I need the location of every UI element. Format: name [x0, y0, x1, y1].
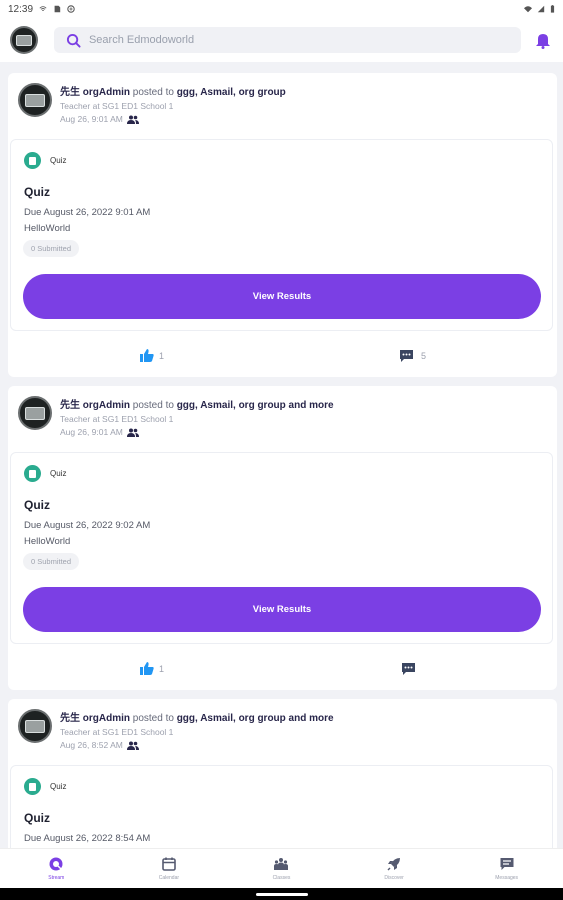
- quiz-description: HelloWorld: [24, 536, 71, 547]
- like-count: 1: [159, 663, 165, 674]
- author-role: Teacher at SG1 ED1 School 1: [60, 414, 174, 424]
- post-header: 先生 orgAdmin posted to ggg, Asmail, org g…: [18, 396, 334, 437]
- post-header: 先生 orgAdmin posted to ggg, Asmail, org g…: [18, 83, 286, 124]
- quiz-type-label: Quiz: [50, 156, 67, 165]
- wifi-calling-icon: [39, 6, 47, 11]
- quiz-icon: [24, 465, 41, 482]
- submitted-badge: 0 Submitted: [23, 553, 80, 570]
- post-card: 先生 orgAdmin posted to ggg, Asmail, org g…: [8, 386, 557, 690]
- audience-icon: [126, 115, 139, 124]
- nav-stream[interactable]: Stream: [0, 849, 113, 888]
- profile-avatar[interactable]: [10, 26, 38, 54]
- comment-button[interactable]: 5: [399, 349, 426, 363]
- post-header: 先生 orgAdmin posted to ggg, Asmail, org g…: [18, 709, 334, 750]
- comment-icon: [400, 350, 413, 362]
- submitted-badge: 0 Submitted: [23, 240, 80, 257]
- quiz-title: Quiz: [24, 498, 50, 512]
- quiz-description: HelloWorld: [24, 223, 71, 234]
- quiz-icon: [24, 152, 41, 169]
- search-bar[interactable]: Search Edmodoworld: [53, 27, 522, 53]
- author-avatar[interactable]: [18, 396, 52, 430]
- quiz-title: Quiz: [24, 185, 50, 199]
- post-actions: 1: [8, 656, 557, 684]
- rocket-icon: [387, 858, 401, 871]
- author-avatar[interactable]: [18, 83, 52, 117]
- quiz-title: Quiz: [24, 811, 50, 825]
- stream-feed[interactable]: 先生 orgAdmin posted to ggg, Asmail, org g…: [0, 62, 563, 848]
- author-role: Teacher at SG1 ED1 School 1: [60, 101, 174, 111]
- quiz-type-label: Quiz: [50, 469, 67, 478]
- top-bar: Search Edmodoworld: [0, 18, 563, 62]
- bell-icon: [536, 34, 551, 49]
- quiz-attachment[interactable]: Quiz Quiz Due August 26, 2022 8:54 AM: [10, 765, 553, 848]
- comment-count: 5: [421, 351, 427, 361]
- stream-icon: [49, 857, 63, 871]
- view-results-button[interactable]: View Results: [23, 274, 541, 319]
- post-card: 先生 orgAdmin posted to ggg, Asmail, org g…: [8, 73, 557, 377]
- post-actions: 1 5: [8, 343, 557, 371]
- author-role: Teacher at SG1 ED1 School 1: [60, 727, 174, 737]
- search-input[interactable]: Search Edmodoworld: [89, 34, 194, 46]
- home-gesture-handle[interactable]: [256, 893, 308, 896]
- post-date: Aug 26, 9:01 AM: [60, 427, 123, 437]
- author-avatar[interactable]: [18, 709, 52, 743]
- quiz-icon: [24, 778, 41, 795]
- nav-classes[interactable]: Classes: [225, 849, 338, 888]
- like-button[interactable]: 1: [140, 662, 164, 675]
- audience-icon: [126, 428, 139, 437]
- post-groups[interactable]: ggg, Asmail, org group and more: [177, 713, 334, 724]
- nav-label: Discover: [384, 875, 404, 881]
- nav-messages[interactable]: Messages: [450, 849, 563, 888]
- classes-icon: [274, 858, 289, 870]
- notifications-button[interactable]: [533, 30, 553, 50]
- nav-label: Calendar: [158, 875, 180, 881]
- cell-signal-icon: [537, 5, 545, 13]
- comment-button[interactable]: [401, 662, 416, 676]
- post-groups[interactable]: ggg, Asmail, org group: [177, 87, 286, 98]
- quiz-due-date: Due August 26, 2022 9:01 AM: [24, 207, 151, 218]
- status-bar: 12:39: [0, 0, 563, 18]
- like-button[interactable]: 1: [140, 349, 164, 362]
- author-name[interactable]: 先生 orgAdmin: [60, 87, 130, 98]
- post-date: Aug 26, 8:52 AM: [60, 740, 123, 750]
- quiz-due-date: Due August 26, 2022 8:54 AM: [24, 833, 151, 844]
- post-date: Aug 26, 9:01 AM: [60, 114, 123, 124]
- data-saver-icon: [67, 5, 75, 13]
- bottom-navigation: Stream Calendar Classes Discover Message…: [0, 848, 563, 888]
- thumbs-up-icon: [140, 662, 154, 675]
- status-time: 12:39: [8, 3, 34, 15]
- post-byline: 先生 orgAdmin posted to ggg, Asmail, org g…: [60, 400, 334, 411]
- search-icon: [66, 33, 81, 48]
- messages-icon: [500, 858, 514, 870]
- battery-icon: [550, 5, 555, 13]
- nav-calendar[interactable]: Calendar: [113, 849, 226, 888]
- thumbs-up-icon: [140, 349, 154, 362]
- post-groups[interactable]: ggg, Asmail, org group and more: [177, 400, 334, 411]
- sim-card-icon: [54, 5, 61, 13]
- nav-discover[interactable]: Discover: [338, 849, 451, 888]
- author-name[interactable]: 先生 orgAdmin: [60, 400, 130, 411]
- post-byline: 先生 orgAdmin posted to ggg, Asmail, org g…: [60, 713, 334, 724]
- quiz-attachment[interactable]: Quiz Quiz Due August 26, 2022 9:02 AM He…: [10, 452, 553, 644]
- comment-icon: [402, 663, 415, 675]
- quiz-due-date: Due August 26, 2022 9:02 AM: [24, 520, 151, 531]
- nav-label: Messages: [495, 875, 519, 881]
- quiz-attachment[interactable]: Quiz Quiz Due August 26, 2022 9:01 AM He…: [10, 139, 553, 331]
- wifi-signal-icon: [524, 6, 532, 13]
- audience-icon: [126, 741, 139, 750]
- calendar-icon: [162, 857, 176, 871]
- system-navigation-bar: [0, 888, 563, 900]
- like-count: 1: [159, 350, 165, 361]
- post-byline: 先生 orgAdmin posted to ggg, Asmail, org g…: [60, 87, 286, 98]
- nav-label: Classes: [272, 875, 291, 881]
- nav-label: Stream: [48, 875, 65, 881]
- quiz-type-label: Quiz: [50, 782, 67, 791]
- view-results-button[interactable]: View Results: [23, 587, 541, 632]
- post-card: 先生 orgAdmin posted to ggg, Asmail, org g…: [8, 699, 557, 848]
- author-name[interactable]: 先生 orgAdmin: [60, 713, 130, 724]
